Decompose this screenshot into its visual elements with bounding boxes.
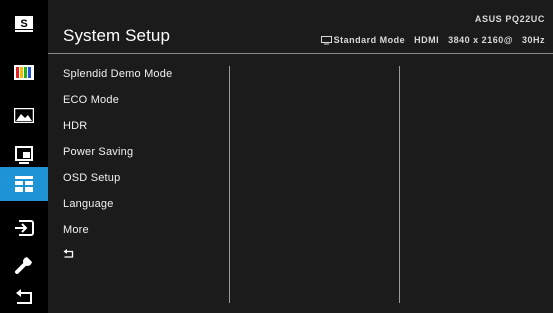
splendid-s-icon[interactable]: S xyxy=(7,10,40,38)
sidebar: S xyxy=(0,0,48,313)
menu-item-splendid-demo-mode[interactable]: Splendid Demo Mode xyxy=(63,68,172,80)
menu-item-osd-setup[interactable]: OSD Setup xyxy=(63,172,120,184)
input-select-icon[interactable] xyxy=(7,214,40,242)
header-divider xyxy=(48,53,553,54)
menu-item-hdr[interactable]: HDR xyxy=(63,120,87,132)
refresh-label: 30Hz xyxy=(521,35,545,45)
column-divider-2 xyxy=(399,66,400,303)
mode-label: Standard Mode xyxy=(333,35,406,45)
osd-panel: System Setup ASUS PQ22UC Standard Mode H… xyxy=(48,0,553,313)
wrench-icon[interactable] xyxy=(7,251,40,279)
menu-item-language[interactable]: Language xyxy=(63,198,114,210)
menu-item-power-saving[interactable]: Power Saving xyxy=(63,146,133,158)
monitor-icon xyxy=(320,35,332,44)
system-setup-icon[interactable] xyxy=(0,167,48,201)
menu-back-icon[interactable] xyxy=(63,249,74,261)
color-bars-icon[interactable] xyxy=(7,58,40,86)
resolution-label: 3840 x 2160@ xyxy=(448,35,513,45)
status-bar: Standard Mode HDMI 3840 x 2160@ 30Hz xyxy=(320,35,545,45)
pip-pbp-icon[interactable] xyxy=(7,141,40,169)
input-label: HDMI xyxy=(414,35,440,45)
menu-item-more[interactable]: More xyxy=(63,224,89,236)
menu-item-eco-mode[interactable]: ECO Mode xyxy=(63,94,119,106)
back-arrow-icon[interactable] xyxy=(7,283,40,311)
svg-text:S: S xyxy=(20,18,27,30)
model-name: ASUS PQ22UC xyxy=(474,14,545,24)
page-title: System Setup xyxy=(63,26,171,45)
image-icon[interactable] xyxy=(7,101,40,129)
column-divider-1 xyxy=(229,66,230,303)
